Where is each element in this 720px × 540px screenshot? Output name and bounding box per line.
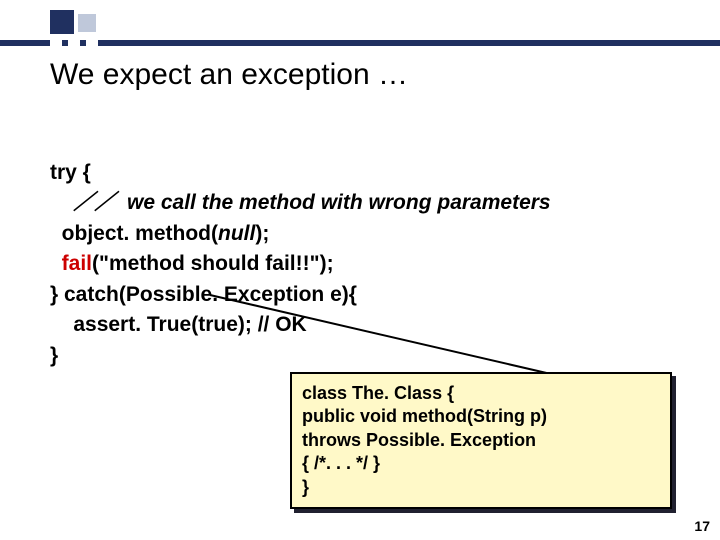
slide: We expect an exception … try { ／／ we cal… — [0, 0, 720, 540]
callout-l4: { /*. . . */ } — [302, 453, 380, 473]
callout-l3: throws Possible. Exception — [302, 430, 536, 450]
callout-l2: public void method(String p) — [302, 406, 547, 426]
callout-l1: class The. Class { — [302, 383, 454, 403]
page-number: 17 — [694, 518, 710, 534]
callout-l5: } — [302, 477, 309, 497]
callout-box: class The. Class { public void method(St… — [290, 372, 672, 509]
